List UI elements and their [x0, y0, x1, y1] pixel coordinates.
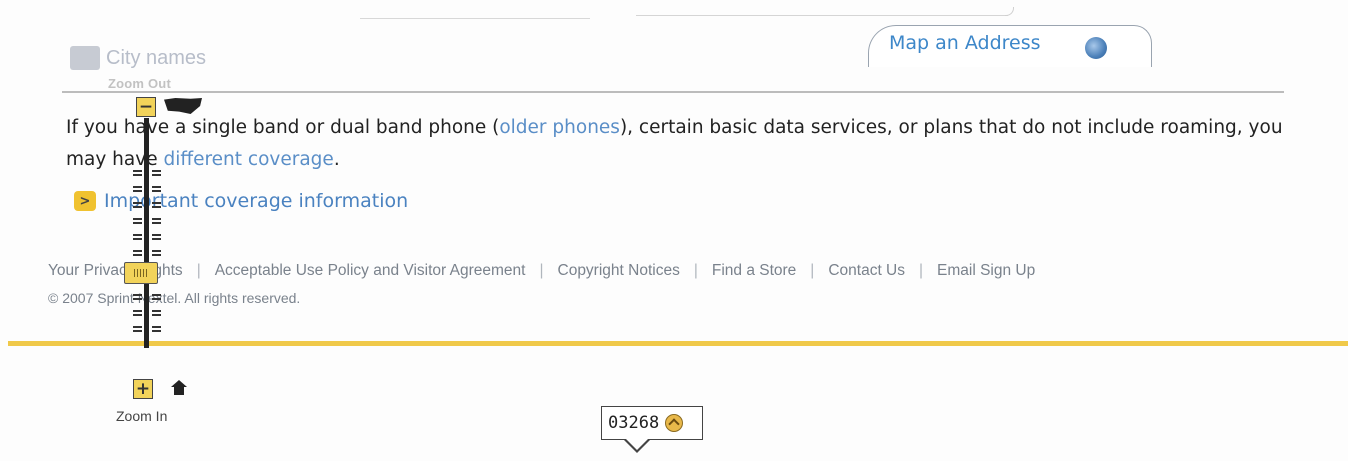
map-an-address-label: Map an Address [889, 32, 1041, 54]
zoom-tick[interactable] [133, 294, 161, 302]
coverage-notice: If you have a single band or dual band p… [66, 112, 1286, 176]
footer-link-acceptable-use[interactable]: Acceptable Use Policy and Visitor Agreem… [215, 262, 526, 280]
older-phones-link[interactable]: older phones [499, 117, 620, 138]
zoom-tick[interactable] [133, 326, 161, 334]
zoom-slider-handle[interactable] [124, 262, 158, 284]
zoom-out-label: Zoom Out [108, 76, 171, 91]
top-decoration-line [360, 18, 590, 19]
different-coverage-link[interactable]: different coverage [163, 149, 333, 170]
zoom-tick[interactable] [133, 310, 161, 318]
city-names-toggle[interactable]: City names [70, 46, 206, 70]
zoom-tick[interactable] [133, 218, 161, 226]
city-names-label: City names [106, 46, 207, 69]
globe-icon [1085, 37, 1107, 59]
footer-link-find-store[interactable]: Find a Store [712, 262, 796, 280]
zip-callout[interactable]: 03268 [601, 406, 703, 440]
callout-pointer [623, 438, 651, 453]
zoom-tick[interactable] [133, 170, 161, 178]
accent-divider [8, 341, 1348, 346]
footer-link-email-signup[interactable]: Email Sign Up [937, 262, 1035, 280]
arrow-right-icon: > [74, 191, 96, 211]
zoom-tick[interactable] [133, 186, 161, 194]
notice-text: If you have a single band or dual band p… [66, 117, 500, 138]
footer-link-privacy[interactable]: Your Privacy Rights [48, 262, 183, 280]
footer-separator: | [196, 262, 201, 279]
copyright-text: © 2007 Sprint Nextel. All rights reserve… [48, 290, 301, 306]
zip-code: 03268 [608, 413, 660, 433]
tab-map-an-address[interactable]: Map an Address [868, 25, 1152, 67]
zoom-in-label: Zoom In [116, 408, 168, 424]
important-coverage-info[interactable]: > Important coverage information [74, 190, 408, 212]
zoom-tick[interactable] [133, 250, 161, 258]
notice-text: . [333, 149, 340, 170]
footer-separator: | [810, 262, 815, 279]
checkbox-icon[interactable] [70, 46, 100, 70]
zoom-out-button[interactable]: − [136, 97, 156, 117]
divider [62, 91, 1284, 93]
footer-separator: | [693, 262, 698, 279]
zoom-tick[interactable] [133, 234, 161, 242]
footer-separator: | [919, 262, 924, 279]
footer-separator: | [539, 262, 544, 279]
zoom-in-button[interactable]: + [133, 379, 153, 399]
footer-link-copyright[interactable]: Copyright Notices [558, 262, 680, 280]
home-icon[interactable] [171, 380, 187, 396]
chevron-up-icon[interactable] [665, 414, 684, 432]
zoom-tick[interactable] [133, 202, 161, 210]
top-decoration-line [636, 7, 1014, 16]
footer-links: Your Privacy Rights | Acceptable Use Pol… [48, 262, 1035, 280]
footer-link-contact[interactable]: Contact Us [828, 262, 905, 280]
